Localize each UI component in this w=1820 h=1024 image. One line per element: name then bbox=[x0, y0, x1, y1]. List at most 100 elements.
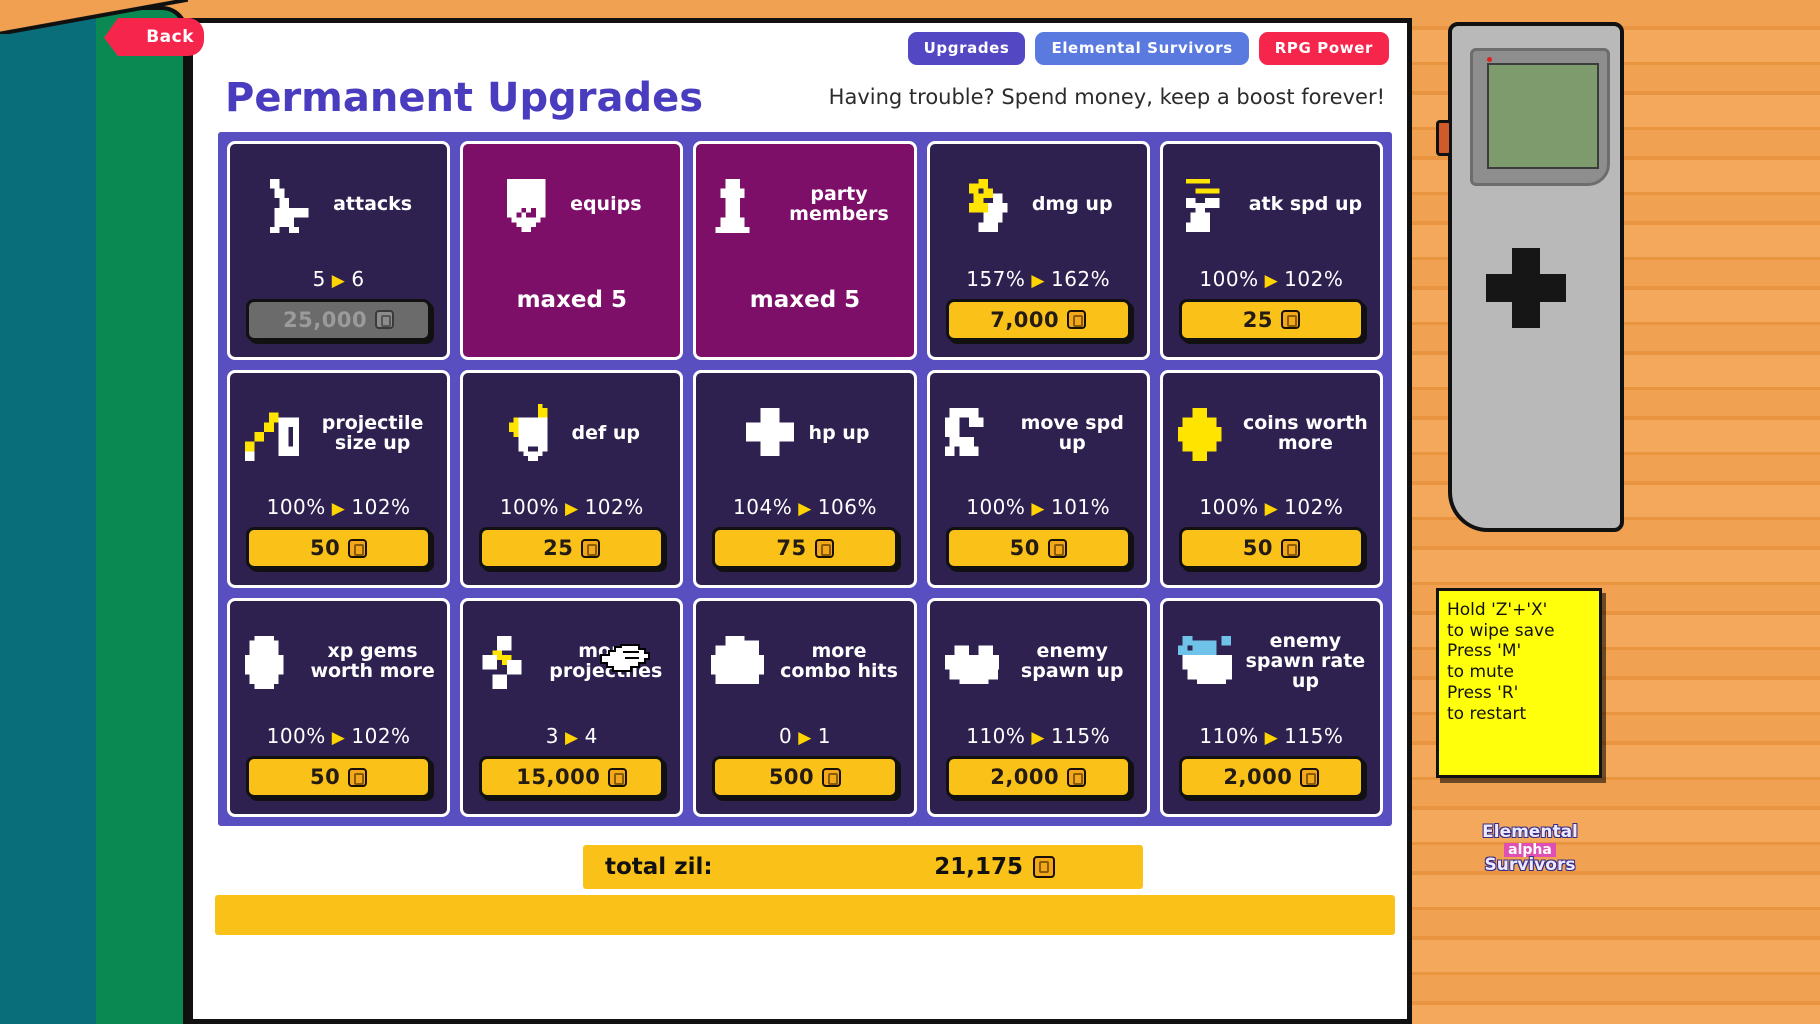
buy-button[interactable]: 7,000 bbox=[945, 298, 1131, 341]
top-nav: Upgrades Elemental Survivors RPG Power bbox=[907, 32, 1389, 65]
note-line: Press 'M' bbox=[1447, 641, 1522, 662]
tab-rpg-power-label: RPG Power bbox=[1274, 39, 1373, 57]
note-line: Press 'R' bbox=[1447, 682, 1519, 703]
value-current: 100% bbox=[966, 495, 1026, 520]
multi-projectile-icon bbox=[473, 632, 533, 690]
value-next: 102% bbox=[584, 495, 644, 520]
combo-fist-icon bbox=[706, 632, 766, 690]
upgrade-card-dmg-up[interactable]: dmg up 157% ▶ 162% 7,000 bbox=[926, 141, 1150, 360]
upgrade-card-party-members[interactable]: party members maxed 5 bbox=[693, 141, 917, 360]
sword-icon bbox=[265, 175, 325, 233]
value-current: 100% bbox=[1199, 495, 1259, 520]
value-next: 101% bbox=[1050, 495, 1111, 520]
upgrade-card-atk-spd-up[interactable]: atk spd up 100% ▶ 102% 25 bbox=[1159, 141, 1383, 360]
fast-sword-icon bbox=[1181, 175, 1241, 233]
note-line: to wipe save bbox=[1447, 620, 1555, 641]
buy-button[interactable]: 15,000 bbox=[479, 756, 665, 798]
buy-price: 2,000 bbox=[990, 765, 1060, 789]
value-next: 4 bbox=[584, 724, 598, 748]
card-header: enemy spawn rate up bbox=[1173, 615, 1370, 707]
buy-button[interactable]: 25 bbox=[479, 527, 665, 570]
upgrade-card-attacks[interactable]: attacks 5 ▶ 6 25,000 bbox=[227, 141, 451, 360]
tab-upgrades[interactable]: Upgrades bbox=[907, 32, 1026, 65]
sword-sparkle-icon bbox=[964, 175, 1024, 233]
upgrade-name: projectile size up bbox=[321, 411, 424, 454]
upgrade-card-def-up[interactable]: def up 100% ▶ 102% 25 bbox=[460, 369, 684, 589]
person-icon bbox=[706, 175, 766, 233]
tab-rpg-power[interactable]: RPG Power bbox=[1258, 32, 1389, 65]
card-header: move spd up bbox=[940, 387, 1137, 479]
card-header: def up bbox=[473, 387, 670, 479]
teal-panel bbox=[0, 14, 98, 1024]
upgrade-name: more combo hits bbox=[780, 640, 898, 683]
value-current: 100% bbox=[266, 724, 326, 748]
value-next: 162% bbox=[1050, 266, 1111, 291]
buy-button[interactable]: 50 bbox=[246, 527, 432, 570]
coin-icon bbox=[1047, 538, 1067, 558]
buy-button[interactable]: 50 bbox=[945, 527, 1131, 570]
value-next: 102% bbox=[1284, 266, 1344, 291]
buy-button[interactable]: 500 bbox=[712, 756, 898, 798]
upgrade-card-projectile-size-up[interactable]: projectile size up 100% ▶ 102% 50 bbox=[227, 369, 451, 589]
upgrade-card-xp-gems-worth-more[interactable]: xp gems worth more 100% ▶ 102% 50 bbox=[227, 598, 451, 817]
tab-elemental-survivors-label: Elemental Survivors bbox=[1051, 39, 1233, 57]
arrow-icon: ▶ bbox=[1031, 728, 1045, 748]
tab-elemental-survivors[interactable]: Elemental Survivors bbox=[1035, 32, 1249, 65]
upgrade-card-enemy-spawn-up[interactable]: enemy spawn up 110% ▶ 115% 2,000 bbox=[926, 598, 1150, 817]
value-next: 115% bbox=[1284, 724, 1344, 748]
note-line: to mute bbox=[1447, 662, 1514, 683]
value-next: 102% bbox=[351, 724, 411, 748]
buy-button[interactable]: 25,000 bbox=[246, 298, 432, 341]
upgrade-card-coins-worth-more[interactable]: coins worth more 100% ▶ 102% 50 bbox=[1159, 369, 1383, 589]
upgrade-card-more-combo-hits[interactable]: more combo hits 0 ▶ 1 500 bbox=[693, 598, 917, 817]
total-zil-value: 21,175 bbox=[934, 854, 1023, 880]
coin-icon bbox=[375, 310, 395, 330]
back-button-label: Back bbox=[146, 27, 194, 47]
buy-price: 15,000 bbox=[516, 765, 601, 789]
coin-icon bbox=[348, 538, 368, 558]
progress-values: 110% ▶ 115% bbox=[1173, 724, 1370, 748]
buy-button[interactable]: 75 bbox=[712, 527, 898, 570]
page-subtitle: Having trouble? Spend money, keep a boos… bbox=[828, 85, 1385, 109]
value-current: 100% bbox=[1199, 266, 1259, 291]
upgrade-name: atk spd up bbox=[1248, 192, 1363, 215]
buy-button[interactable]: 25 bbox=[1178, 298, 1364, 341]
note-line: to restart bbox=[1447, 703, 1527, 724]
upgrade-card-equips[interactable]: equips maxed 5 bbox=[460, 141, 684, 360]
value-current: 110% bbox=[1199, 724, 1259, 748]
value-current: 100% bbox=[266, 495, 326, 520]
progress-values: 100% ▶ 102% bbox=[1173, 495, 1370, 519]
buy-button[interactable]: 2,000 bbox=[945, 756, 1131, 798]
sticky-note: Hold 'Z'+'X' to wipe save Press 'M' to mute… bbox=[1436, 588, 1602, 778]
card-header: more projectiles bbox=[473, 615, 670, 707]
buy-button[interactable]: 50 bbox=[246, 756, 432, 798]
value-current: 3 bbox=[545, 724, 559, 748]
arrow-icon: ▶ bbox=[798, 499, 812, 520]
value-next: 106% bbox=[817, 495, 877, 520]
buy-price: 500 bbox=[768, 765, 815, 789]
back-button[interactable]: Back bbox=[104, 18, 204, 56]
buy-button[interactable]: 2,000 bbox=[1178, 756, 1364, 798]
buy-price: 50 bbox=[1242, 536, 1273, 561]
progress-values: 100% ▶ 102% bbox=[240, 495, 437, 519]
progress-values: 100% ▶ 102% bbox=[473, 495, 670, 519]
arrow-icon: ▶ bbox=[1031, 499, 1045, 520]
dpad-icon bbox=[1486, 248, 1566, 328]
value-current: 0 bbox=[778, 724, 793, 748]
card-header: more combo hits bbox=[706, 615, 903, 707]
buy-button[interactable]: 50 bbox=[1178, 527, 1364, 570]
value-next: 102% bbox=[351, 495, 411, 520]
upgrades-grid-container: attacks 5 ▶ 6 25,000 equips maxed 5 party membe… bbox=[215, 129, 1395, 829]
upgrade-card-hp-up[interactable]: hp up 104% ▶ 106% 75 bbox=[693, 369, 917, 589]
arrow-icon: ▶ bbox=[565, 728, 579, 748]
upgrade-card-enemy-spawn-rate-up[interactable]: enemy spawn rate up 110% ▶ 115% 2,000 bbox=[1159, 598, 1383, 817]
progress-values: 104% ▶ 106% bbox=[706, 495, 903, 519]
gameboy-screen-frame bbox=[1470, 48, 1610, 186]
buy-price: 7,000 bbox=[990, 307, 1060, 332]
progress-values: 100% ▶ 102% bbox=[240, 724, 437, 748]
value-next: 6 bbox=[351, 266, 365, 291]
upgrade-card-more-projectiles[interactable]: more projectiles 3 ▶ 4 15,000 bbox=[460, 598, 684, 817]
page-title: Permanent Upgrades bbox=[225, 75, 704, 121]
upgrade-name: attacks bbox=[333, 192, 413, 215]
upgrade-card-move-spd-up[interactable]: move spd up 100% ▶ 101% 50 bbox=[926, 369, 1150, 589]
